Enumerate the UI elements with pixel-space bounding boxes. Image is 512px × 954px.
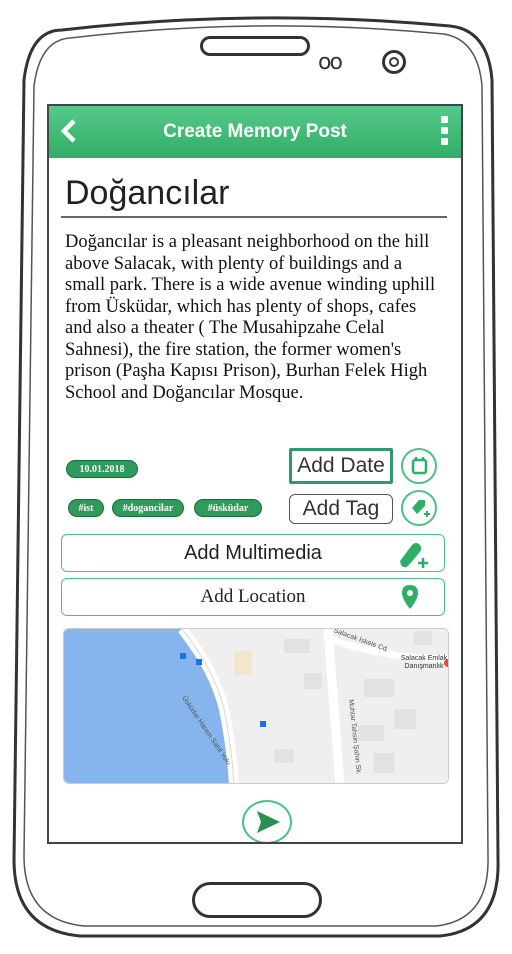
add-tag-icon [412,500,430,517]
tag-chip[interactable]: #ist [68,499,104,517]
title-underline [61,216,447,218]
send-icon [257,811,280,833]
add-tag-icon-button[interactable] [401,490,437,526]
add-location-label: Add Location [200,586,306,607]
post-title[interactable]: Doğancılar [65,174,229,213]
app-bar: Create Memory Post [49,106,461,158]
add-multimedia-label: Add Multimedia [184,542,322,564]
add-multimedia-button[interactable]: Add Multimedia [61,534,445,572]
post-description[interactable]: Doğancılar is a pleasant neighborhood on… [65,232,445,404]
sensor-icon: oo [318,50,343,75]
add-tag-button[interactable]: Add Tag [289,494,393,524]
calendar-icon [411,457,428,475]
tag-chip[interactable]: #üsküdar [194,499,262,517]
add-date-button[interactable]: Add Date [289,448,393,484]
camera-icon [382,50,406,74]
map-pin-icon [402,585,418,609]
app-screen: Create Memory Post Doğancılar Doğancılar… [47,104,463,844]
location-map[interactable]: Salacak İskele Cd. Salacak Emlak Danışma… [63,628,449,784]
attach-add-icon [400,543,428,568]
add-location-button[interactable]: Add Location [61,578,445,616]
app-bar-title: Create Memory Post [163,121,347,142]
calendar-button[interactable] [401,448,437,484]
speaker-grille [200,36,310,56]
map-place-label: Salacak Emlak Danışmanlık [400,655,448,670]
send-button[interactable] [242,800,292,842]
date-chip[interactable]: 10.01.2018 [66,460,138,478]
more-vertical-icon[interactable] [441,116,449,148]
tag-chip[interactable]: #dogancilar [112,499,184,517]
home-button[interactable] [192,882,322,918]
